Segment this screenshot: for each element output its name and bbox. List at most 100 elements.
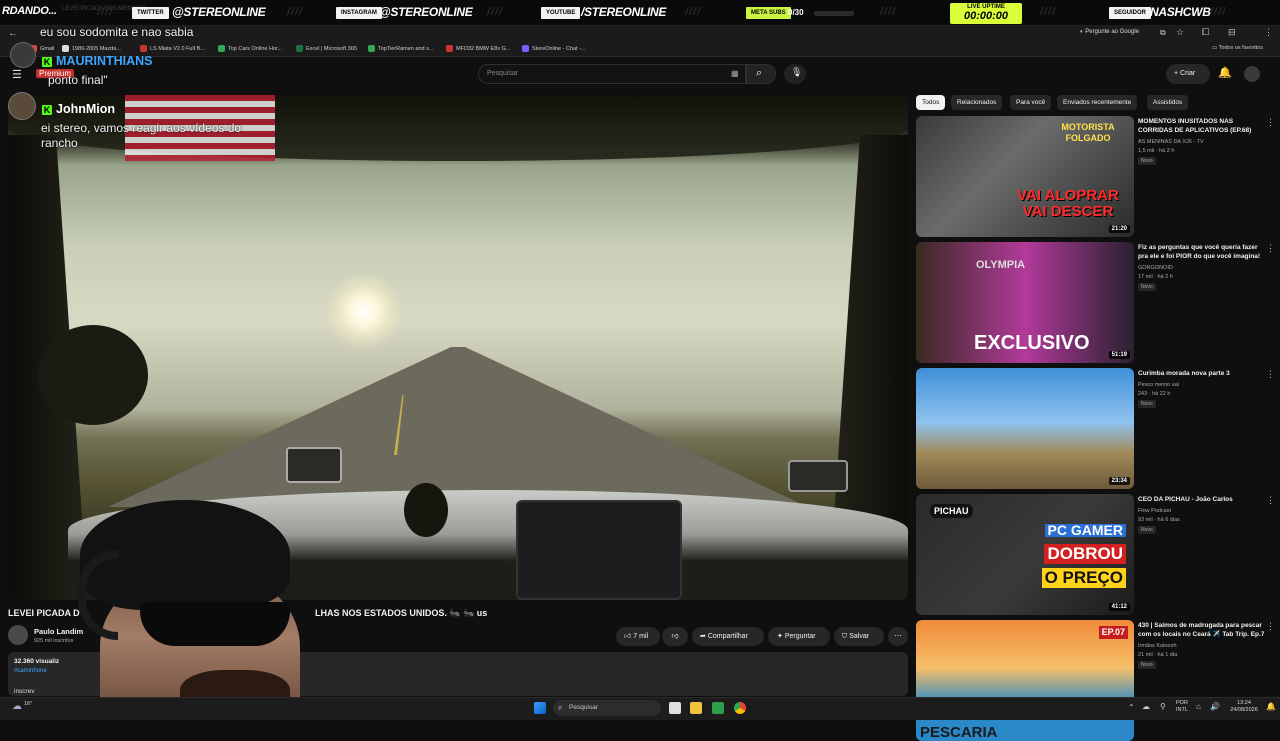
weather-icon[interactable]: ☁ — [12, 701, 22, 712]
overlay-instagram-handle: @STEREONLINE — [379, 5, 473, 19]
windows-start-icon[interactable] — [534, 702, 546, 714]
lang-top: POR — [1176, 700, 1188, 706]
thumbnail-text: DOBROU — [1044, 544, 1126, 564]
all-favorites[interactable]: ▭ Todos os favoritos — [1212, 45, 1263, 51]
bookmark-favicon-icon — [368, 45, 375, 52]
tray-chevron-icon[interactable]: ⌃ — [1128, 703, 1135, 712]
related-video-title[interactable]: Curimba morada nova parte 3 — [1138, 369, 1266, 378]
taskbar-search[interactable]: ⌕ Pesquisar — [553, 700, 661, 716]
hamburger-menu-icon[interactable]: ☰ — [12, 68, 22, 81]
related-video-channel[interactable]: Irmãos Katoosh — [1138, 642, 1266, 650]
hood-mirror-left — [286, 447, 342, 483]
clock-time: 13:24 — [1237, 700, 1251, 706]
hashtag-link[interactable]: #caminhone — [14, 668, 47, 674]
account-avatar[interactable] — [1244, 66, 1260, 82]
related-video-channel[interactable]: Flow Podcast — [1138, 507, 1266, 515]
network-icon[interactable]: ⌂ — [1196, 702, 1201, 711]
bookmark-item[interactable]: TopTierRamen and s... — [368, 45, 433, 52]
chat-username-text: JohnMion — [56, 102, 116, 116]
clock[interactable]: 13:24 24/08/2026 — [1226, 700, 1262, 714]
like-button[interactable]: 👍︎ 7 mil — [616, 627, 660, 646]
notification-icon[interactable]: 🔔 — [1266, 702, 1276, 711]
file-explorer-icon[interactable] — [690, 702, 702, 714]
chip-para-você[interactable]: Para você — [1010, 95, 1052, 110]
bookmark-icon: ⛉ — [842, 633, 848, 640]
bookmark-label: Excel | Microsoft 365 — [306, 45, 357, 52]
video-thumbnail[interactable]: PC GAMER DOBROU PICHAU O PREÇO 41:12 — [916, 494, 1134, 615]
related-video-channel[interactable]: Pesco memo uai — [1138, 381, 1266, 389]
usb-icon[interactable]: ⚲ — [1160, 702, 1166, 711]
chip-enviados-recentemente[interactable]: Enviados recentemente — [1057, 95, 1138, 110]
live-uptime-box: LIVE UPTIME 00:00:00 — [950, 3, 1022, 24]
related-video-title[interactable]: MOMENTOS INUSITADOS NAS CORRIDAS DE APLI… — [1138, 117, 1266, 135]
thumbs-down-icon: 👎︎ — [671, 633, 679, 640]
back-arrow-icon[interactable]: ← — [8, 28, 18, 39]
video-thumbnail[interactable]: EP.07 PESCARIA — [916, 620, 1134, 741]
bookmark-item[interactable]: Excel | Microsoft 365 — [296, 45, 357, 52]
save-button[interactable]: ⛉ Salvar — [834, 627, 884, 646]
overlay-decor: //// — [685, 6, 702, 18]
hood-mirror-right — [788, 460, 848, 492]
overlay-meta-value: 0/30 — [788, 8, 804, 17]
new-badge: Novo — [1138, 283, 1156, 291]
bookmark-item[interactable]: LS Miata V2.0 Full B... — [140, 45, 205, 52]
bookmark-item[interactable]: 1989-2005 Mazda... — [62, 45, 121, 52]
extensions-icon[interactable]: ⧠ — [1202, 27, 1209, 38]
related-video-channel[interactable]: AS MENINAS DA XJ6 - TV — [1138, 138, 1266, 146]
more-options-icon[interactable]: ⋮ — [1266, 243, 1275, 254]
video-duration: 21:20 — [1108, 225, 1130, 233]
task-view-icon[interactable] — [669, 702, 681, 714]
thumbs-up-icon: 👍︎ — [624, 633, 632, 640]
lang-bottom: INTL — [1176, 707, 1188, 713]
excel-icon[interactable] — [712, 702, 724, 714]
cloud-icon[interactable]: ☁ — [1142, 702, 1150, 711]
keyboard-icon[interactable]: ▦ — [731, 69, 739, 78]
video-thumbnail[interactable]: 23:34 — [916, 368, 1134, 489]
related-video-title[interactable]: 430 | Saímos de madrugada para pescar co… — [1138, 621, 1266, 639]
bookmark-label: StereOnline - Chat -... — [532, 45, 586, 52]
thumbnail-text: O PREÇO — [1041, 568, 1126, 588]
more-options-icon[interactable]: ⋮ — [1266, 495, 1275, 506]
related-video-channel[interactable]: GORGONOID — [1138, 264, 1266, 272]
cast-icon[interactable]: ⧉ — [1160, 28, 1166, 38]
create-button[interactable]: + Criar — [1166, 64, 1210, 84]
bookmark-item[interactable]: Top Cars Online Hor... — [218, 45, 282, 52]
ask-label: Perguntar — [784, 633, 816, 640]
channel-avatar[interactable] — [8, 625, 28, 645]
menu-dots-icon[interactable]: ⋮ — [1264, 27, 1273, 38]
ask-button[interactable]: ✦ Perguntar — [768, 627, 830, 646]
notifications-bell-icon[interactable]: 🔔 — [1218, 66, 1232, 79]
thumbnail-text: VAI ALOPRAR VAI DESCER — [1017, 187, 1119, 220]
language-indicator[interactable]: POR INTL — [1176, 700, 1188, 714]
dislike-button[interactable]: 👎︎ — [662, 627, 688, 646]
search-input[interactable]: Pesquisar ▦ — [478, 64, 746, 84]
star-icon[interactable]: ☆ — [1176, 27, 1184, 38]
related-video-title[interactable]: Fiz as perguntas que você queria fazer p… — [1138, 243, 1266, 261]
chip-assistidos[interactable]: Assistidos — [1147, 95, 1189, 110]
more-options-icon[interactable]: ⋮ — [1266, 117, 1275, 128]
voice-search-button[interactable]: 🎙 — [784, 64, 806, 84]
more-options-icon[interactable]: ⋮ — [1266, 621, 1275, 632]
related-video-title[interactable]: CEO DA PICHAU - João Carlos — [1138, 495, 1266, 504]
side-mirror-left — [38, 325, 148, 425]
save-label: Salvar — [849, 633, 870, 640]
thumbnail-text: EXCLUSIVO — [974, 332, 1090, 354]
video-thumbnail[interactable]: MOTORISTA FOLGADO VAI ALOPRAR VAI DESCER 2… — [916, 116, 1134, 237]
sidebar-icon[interactable]: ⊟ — [1228, 27, 1236, 38]
chip-relacionados[interactable]: Relacionados — [951, 95, 1003, 110]
more-options-icon[interactable]: ⋮ — [1266, 369, 1275, 380]
share-button[interactable]: ➦ Compartilhar — [692, 627, 764, 646]
ask-google-button[interactable]: ◐ Pergunte ao Google — [1080, 29, 1139, 35]
bookmark-item[interactable]: StereOnline - Chat -... — [522, 45, 586, 52]
chrome-icon[interactable] — [734, 702, 746, 714]
chat-username-text: MAURINTHIANS — [56, 54, 153, 68]
volume-icon[interactable]: 🔊 — [1210, 702, 1220, 711]
related-video-meta: 93 mil · há 6 dias — [1138, 517, 1180, 523]
bookmark-item[interactable]: MFD32 BMW E8x G... — [446, 45, 510, 52]
video-thumbnail[interactable]: OLYMPIA EXCLUSIVO 51:19 — [916, 242, 1134, 363]
more-actions-button[interactable]: ⋯ — [888, 627, 908, 646]
chat-avatar-johnmion — [8, 92, 36, 120]
search-button[interactable]: ⌕ — [746, 64, 776, 84]
chip-todos[interactable]: Todos — [916, 95, 946, 110]
related-video-meta: 1,5 mil · há 2 h — [1138, 148, 1175, 154]
